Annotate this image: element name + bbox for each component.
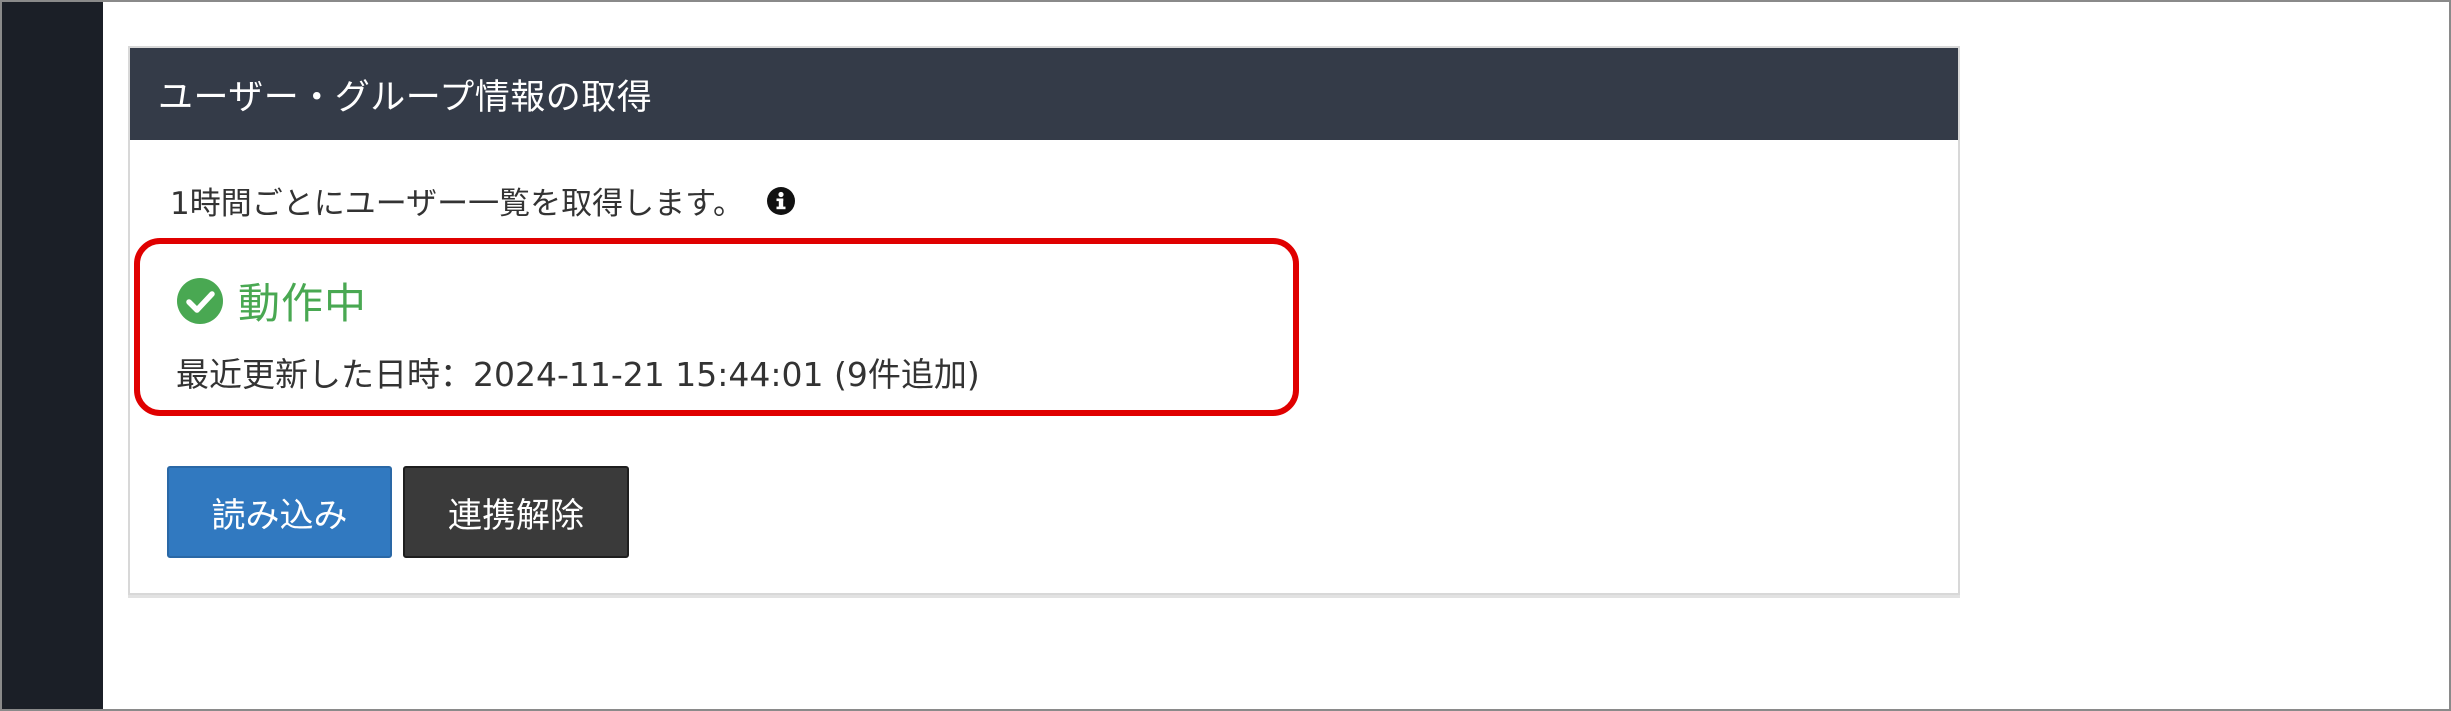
unlink-button[interactable]: 連携解除 (403, 466, 629, 558)
status-highlight-box: 動作中 最近更新した日時：2024-11-21 15:44:01 (9件追加) (134, 238, 1299, 416)
sidebar (0, 0, 103, 711)
panel-description-row: 1時間ごとにユーザー一覧を取得します。 (170, 178, 796, 223)
status-row: 動作中 (176, 270, 367, 331)
check-circle-icon (176, 277, 224, 325)
info-circle-icon[interactable] (766, 186, 796, 216)
load-button[interactable]: 読み込み (167, 466, 392, 558)
panel-description: 1時間ごとにユーザー一覧を取得します。 (170, 186, 745, 222)
last-updated-text: 最近更新した日時：2024-11-21 15:44:01 (9件追加) (176, 355, 980, 394)
panel-title: ユーザー・グループ情報の取得 (130, 48, 1958, 140)
status-label: 動作中 (238, 279, 368, 328)
